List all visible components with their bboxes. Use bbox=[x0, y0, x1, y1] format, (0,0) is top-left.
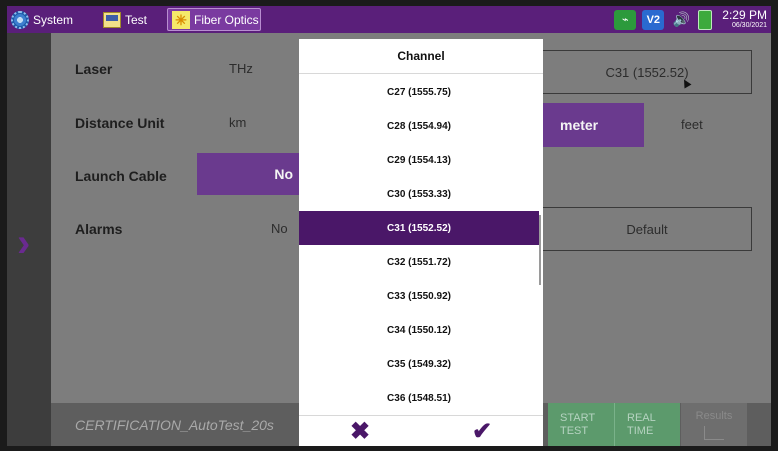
alarms-threshold-field[interactable]: Default bbox=[542, 207, 752, 251]
tab-system[interactable]: System bbox=[11, 8, 73, 31]
results-chart-icon bbox=[704, 425, 724, 440]
real-time-label-line2: TIME bbox=[627, 424, 654, 437]
confirm-button[interactable]: ✔ bbox=[421, 416, 543, 446]
channel-popup: Channel C27 (1555.75) C28 (1554.94) C29 … bbox=[299, 39, 543, 446]
tab-fiber-optics-label: Fiber Optics bbox=[194, 12, 259, 27]
popup-title: Channel bbox=[299, 39, 543, 74]
channel-option[interactable]: C27 (1555.75) bbox=[299, 75, 539, 109]
tab-fiber-optics[interactable]: ✳ Fiber Optics bbox=[167, 8, 261, 31]
real-time-button[interactable]: REAL TIME bbox=[614, 403, 680, 446]
gear-icon bbox=[11, 10, 29, 29]
channel-option[interactable]: C28 (1554.94) bbox=[299, 109, 539, 143]
start-test-label-line2: TEST bbox=[560, 424, 589, 437]
distance-km-option[interactable]: km bbox=[229, 115, 246, 130]
popup-actions: ✖ ✔ bbox=[299, 415, 543, 446]
channel-option[interactable]: C32 (1551.72) bbox=[299, 245, 539, 279]
channel-option[interactable]: C36 (1548.51) bbox=[299, 381, 539, 415]
alarms-no-option[interactable]: No bbox=[271, 221, 288, 236]
battery-icon bbox=[698, 9, 713, 30]
left-nav: › bbox=[7, 33, 51, 446]
channel-list[interactable]: C27 (1555.75) C28 (1554.94) C29 (1554.13… bbox=[299, 75, 543, 415]
tab-system-label: System bbox=[33, 12, 74, 27]
v2-badge[interactable]: V2 bbox=[642, 9, 665, 30]
laser-channel-field[interactable]: C31 (1552.52) bbox=[542, 50, 752, 94]
cancel-button[interactable]: ✖ bbox=[299, 416, 421, 446]
results-label: Results bbox=[695, 409, 733, 422]
tab-test[interactable]: Test bbox=[103, 8, 147, 31]
channel-option[interactable]: C33 (1550.92) bbox=[299, 279, 539, 313]
fiber-optics-icon: ✳ bbox=[172, 10, 190, 29]
screen: System Test ✳ Fiber Optics ⌁ V2 🔊 2:29 P… bbox=[7, 6, 771, 446]
distance-feet-option[interactable]: feet bbox=[681, 117, 703, 132]
launch-cable-label: Launch Cable bbox=[75, 168, 167, 184]
test-name: CERTIFICATION_AutoTest_20s bbox=[75, 417, 274, 433]
results-button[interactable]: Results bbox=[681, 403, 747, 446]
checkmark-icon: ✔ bbox=[471, 418, 493, 445]
chevron-right-icon[interactable]: › bbox=[17, 223, 30, 263]
channel-option[interactable]: C35 (1549.32) bbox=[299, 347, 539, 381]
top-bar: System Test ✳ Fiber Optics ⌁ V2 🔊 2:29 P… bbox=[7, 6, 771, 33]
channel-option[interactable]: C30 (1553.33) bbox=[299, 177, 539, 211]
distance-unit-label: Distance Unit bbox=[75, 115, 165, 131]
channel-option-selected[interactable]: C31 (1552.52) bbox=[299, 211, 539, 245]
clock-time: 2:29 PM bbox=[722, 8, 767, 22]
scrollbar[interactable] bbox=[539, 215, 541, 285]
status-area: ⌁ V2 🔊 2:29 PM 06/30/2021 bbox=[614, 8, 767, 31]
network-icon[interactable]: ⌁ bbox=[614, 9, 637, 30]
alarms-label: Alarms bbox=[75, 221, 123, 237]
channel-option[interactable]: C34 (1550.12) bbox=[299, 313, 539, 347]
clock: 2:29 PM 06/30/2021 bbox=[722, 9, 767, 30]
launch-cable-no-button[interactable]: No bbox=[197, 153, 305, 195]
laser-unit-thz[interactable]: THz bbox=[229, 61, 253, 76]
distance-meter-button[interactable]: meter bbox=[542, 103, 644, 147]
bert-icon bbox=[103, 11, 121, 28]
speaker-icon[interactable]: 🔊 bbox=[670, 10, 692, 30]
close-icon: ✖ bbox=[349, 418, 371, 445]
laser-label: Laser bbox=[75, 61, 113, 77]
channel-option[interactable]: C29 (1554.13) bbox=[299, 143, 539, 177]
real-time-label-line1: REAL bbox=[627, 411, 656, 424]
start-test-label-line1: START bbox=[560, 411, 596, 424]
clock-date: 06/30/2021 bbox=[731, 22, 767, 29]
start-test-button[interactable]: START TEST bbox=[548, 403, 614, 446]
tab-test-label: Test bbox=[125, 12, 148, 27]
